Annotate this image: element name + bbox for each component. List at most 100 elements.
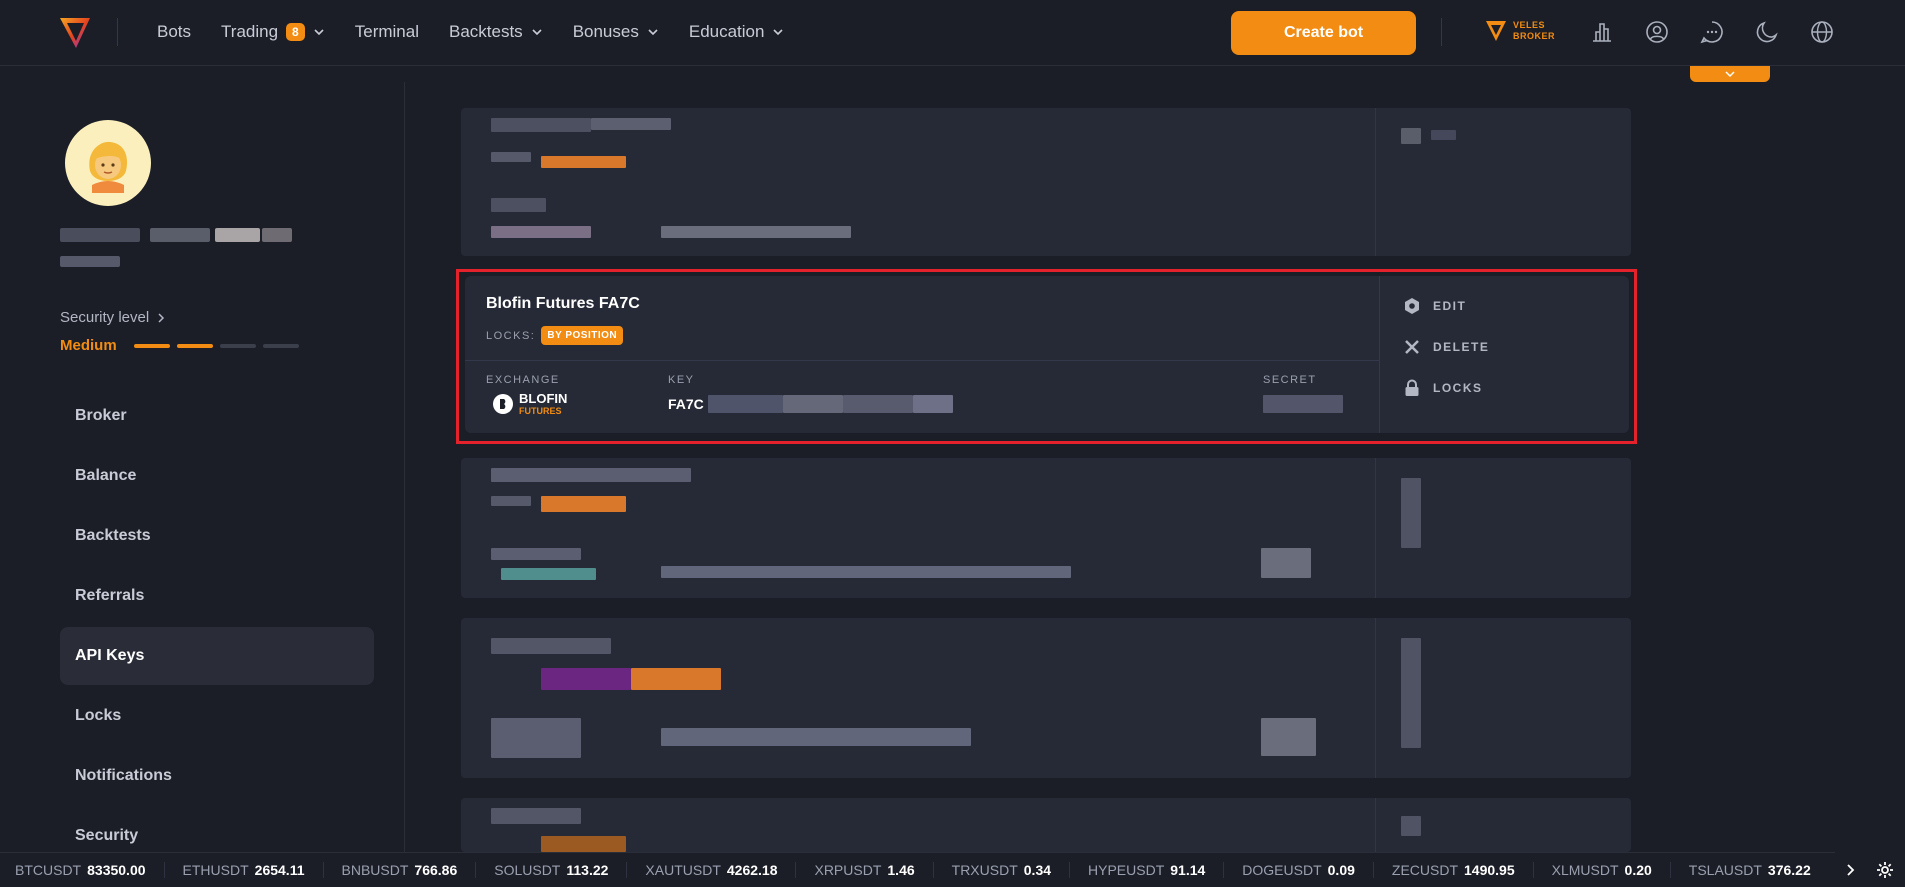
- sidebar-item-notifications[interactable]: Notifications: [60, 747, 374, 805]
- ticker-item[interactable]: HYPEUSDT 91.14: [1069, 862, 1223, 878]
- exchange-name-block: BLOFIN FUTURES: [519, 391, 568, 417]
- sidebar-item-label: Balance: [75, 467, 137, 484]
- ticker-symbol: TRXUSDT: [951, 862, 1018, 878]
- nav-education-label: Education: [688, 22, 765, 41]
- sidebar-item-label: Security: [75, 827, 139, 844]
- settings-menu: Broker Balance Backtests Referrals API Keys L…: [60, 387, 374, 867]
- ticker-item[interactable]: XRPUSDT 1.46: [795, 862, 932, 878]
- sidebar-item-broker[interactable]: Broker: [60, 387, 374, 445]
- chevron-right-icon[interactable]: [1845, 863, 1855, 877]
- security-meter-segment: [134, 344, 170, 348]
- veles-broker-logo-icon: [1486, 21, 1506, 41]
- exchange-label: EXCHANGE: [486, 374, 560, 386]
- ticker-symbol: ZECUSDT: [1391, 862, 1459, 878]
- ticker-price: 4262.18: [726, 862, 778, 878]
- ticker-price: 1.46: [887, 862, 915, 878]
- sidebar-item-label: Locks: [75, 707, 122, 724]
- sidebar-item-backtests[interactable]: Backtests: [60, 507, 374, 565]
- bar-chart-icon[interactable]: [1589, 19, 1615, 45]
- chevron-down-icon: [773, 29, 784, 36]
- nav-trading[interactable]: Trading 8: [221, 22, 325, 42]
- veles-broker-line1: VELES: [1513, 20, 1546, 30]
- ticker-price: 376.22: [1767, 862, 1811, 878]
- user-circle-icon[interactable]: [1644, 19, 1670, 45]
- key-value: FA7C: [668, 396, 704, 412]
- veles-broker-text: VELES BROKER: [1513, 20, 1555, 42]
- chevron-down-icon: [314, 29, 324, 36]
- locks-action-label: LOCKS: [1433, 381, 1483, 395]
- main-menu: Bots Trading 8 Terminal Backtests Bonuse…: [157, 0, 784, 64]
- secret-label: SECRET: [1263, 374, 1317, 386]
- ticker-symbol: XLMUSDT: [1551, 862, 1619, 878]
- top-navigation-bar: Bots Trading 8 Terminal Backtests Bonuse…: [0, 0, 1905, 66]
- create-bot-button[interactable]: Create bot: [1231, 11, 1416, 55]
- nav-bots[interactable]: Bots: [157, 22, 191, 42]
- api-key-title: Blofin Futures FA7C: [486, 295, 640, 312]
- ticker-item[interactable]: TRXUSDT 0.34: [932, 862, 1069, 878]
- chat-icon[interactable]: [1699, 19, 1725, 45]
- moon-icon[interactable]: [1754, 19, 1780, 45]
- locks-action[interactable]: LOCKS: [1403, 379, 1483, 397]
- chevron-down-icon: [648, 29, 658, 36]
- sidebar-divider: [404, 82, 405, 852]
- security-level-link[interactable]: Security level: [60, 309, 165, 326]
- nav-divider: [1441, 18, 1442, 46]
- settings-icon[interactable]: [1875, 860, 1895, 880]
- nav-terminal-label: Terminal: [354, 22, 419, 41]
- ticker-controls: [1835, 852, 1905, 887]
- ticker-item[interactable]: DOGEUSDT 0.09: [1223, 862, 1373, 878]
- security-level-label: Security level: [60, 309, 150, 326]
- ticker-item[interactable]: SOLUSDT 113.22: [475, 862, 626, 878]
- ticker-symbol: XAUTUSDT: [645, 862, 721, 878]
- delete-action[interactable]: DELETE: [1403, 338, 1489, 356]
- sidebar-item-label: Referrals: [75, 587, 145, 604]
- ticker-price: 1490.95: [1464, 862, 1515, 878]
- ticker-symbol: SOLUSDT: [494, 862, 561, 878]
- ticker-symbol: TSLAUSDT: [1688, 862, 1762, 878]
- sidebar-item-api-keys[interactable]: API Keys: [60, 627, 374, 685]
- collapse-toggle[interactable]: [1690, 66, 1770, 82]
- nav-bots-label: Bots: [157, 22, 192, 41]
- ticker-price: 0.34: [1023, 862, 1052, 878]
- edit-action[interactable]: EDIT: [1403, 297, 1466, 315]
- nav-bonuses[interactable]: Bonuses: [573, 22, 659, 42]
- sidebar-item-label: Notifications: [75, 767, 172, 784]
- security-level-value: Medium: [60, 337, 117, 354]
- ticker-symbol: HYPEUSDT: [1088, 862, 1165, 878]
- ticker-price: 766.86: [414, 862, 458, 878]
- avatar[interactable]: [65, 120, 151, 206]
- price-ticker: BTCUSDT 83350.00 ETHUSDT 2654.11 BNBUSDT 766.…: [0, 852, 1905, 887]
- veles-logo-icon[interactable]: [58, 14, 92, 50]
- ticker-item[interactable]: BTCUSDT 83350.00: [15, 862, 164, 878]
- key-label: KEY: [668, 374, 695, 386]
- exchange-type: FUTURES: [519, 406, 562, 416]
- delete-label: DELETE: [1433, 340, 1490, 354]
- exchange-logo: BLOFIN FUTURES: [493, 392, 567, 416]
- ticker-item[interactable]: ETHUSDT 2654.11: [163, 862, 323, 878]
- nav-backtests[interactable]: Backtests: [449, 22, 543, 42]
- exchange-name: BLOFIN: [519, 391, 568, 406]
- api-key-card-blurred: [461, 618, 1631, 778]
- api-key-locks: LOCKS: BY POSITION: [486, 326, 624, 345]
- sidebar-item-referrals[interactable]: Referrals: [60, 567, 374, 625]
- sidebar-item-locks[interactable]: Locks: [60, 687, 374, 745]
- nav-divider: [117, 18, 118, 46]
- sidebar-item-balance[interactable]: Balance: [60, 447, 374, 505]
- ticker-symbol: DOGEUSDT: [1242, 862, 1322, 878]
- ticker-item[interactable]: ZECUSDT 1490.95: [1372, 862, 1533, 878]
- globe-icon[interactable]: [1809, 19, 1835, 45]
- close-icon: [1405, 340, 1419, 354]
- chevron-down-icon: [1725, 71, 1735, 78]
- ticker-item[interactable]: XAUTUSDT 4262.18: [626, 862, 795, 878]
- nav-education[interactable]: Education: [689, 22, 785, 42]
- veles-broker-link[interactable]: VELES BROKER: [1485, 19, 1555, 43]
- security-meter-segment: [177, 344, 213, 348]
- nav-terminal[interactable]: Terminal: [355, 22, 419, 42]
- ticker-item[interactable]: BNBUSDT 766.86: [322, 862, 476, 878]
- ticker-symbol: BTCUSDT: [15, 862, 82, 878]
- secret-masked-blurred: [1263, 395, 1343, 413]
- ticker-item[interactable]: XLMUSDT 0.20: [1532, 862, 1670, 878]
- veles-broker-line2: BROKER: [1513, 31, 1556, 41]
- api-key-card-blurred: [461, 108, 1631, 256]
- ticker-item[interactable]: TSLAUSDT 376.22: [1669, 862, 1829, 878]
